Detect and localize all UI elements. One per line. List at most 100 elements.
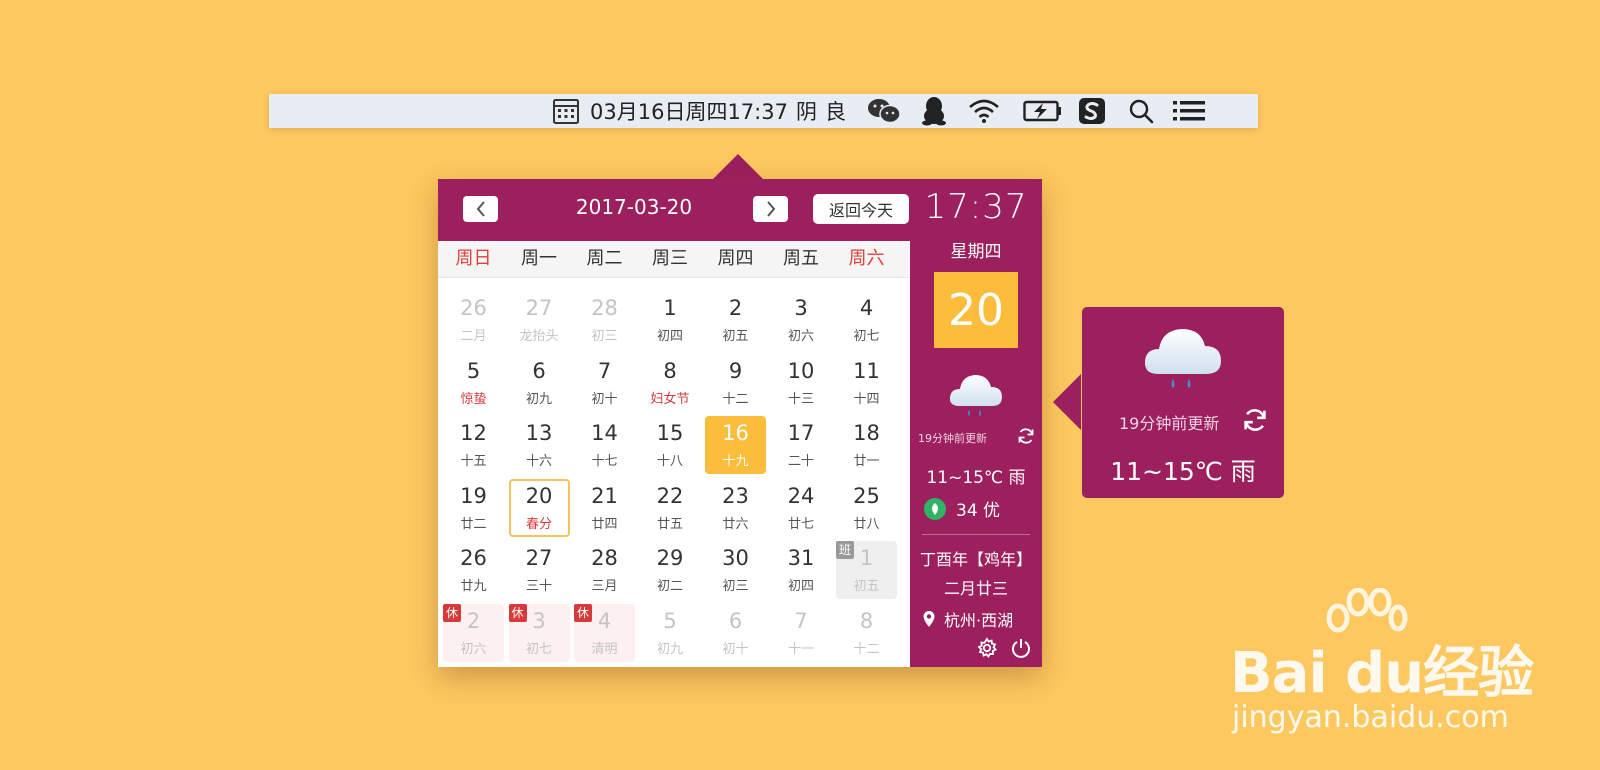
day-cell[interactable]: 24 廿七 — [771, 479, 832, 537]
lunar-year: 丁酉年【鸡年】 — [919, 550, 1032, 569]
battery-icon[interactable] — [1023, 94, 1063, 128]
day-cell[interactable]: 31 初四 — [771, 541, 832, 599]
back-to-today-button[interactable]: 返回今天 — [813, 194, 909, 224]
day-number: 3 — [794, 296, 808, 320]
wifi-icon[interactable] — [966, 94, 1002, 128]
sogou-icon[interactable] — [1077, 94, 1107, 128]
lunar-date: 二十 — [787, 454, 814, 469]
lunar-day: 二月廿三 — [943, 579, 1008, 598]
menubar-datetime[interactable]: 03月16日周四17:37 阴 良 — [590, 94, 846, 128]
current-time: 17:37 — [924, 187, 1028, 227]
day-cell[interactable]: 19 廿二 — [443, 479, 504, 537]
day-cell[interactable]: 4 清明休 — [574, 603, 635, 662]
day-cell[interactable]: 1 初五班 — [836, 541, 897, 599]
day-cell[interactable]: 21 廿四 — [574, 479, 635, 537]
refresh-icon[interactable] — [1017, 427, 1035, 449]
day-number: 9 — [728, 358, 743, 383]
next-month-button[interactable] — [753, 196, 788, 222]
day-cell[interactable]: 15 十八 — [640, 416, 701, 474]
lunar-date: 三十 — [525, 579, 552, 594]
day-number: 4 — [859, 296, 874, 320]
lunar-date: 初十 — [722, 641, 749, 657]
day-number: 10 — [787, 358, 815, 383]
day-number: 17 — [787, 421, 815, 445]
day-cell[interactable]: 3 初七休 — [508, 603, 570, 662]
day-cell[interactable]: 8 妇女节 — [640, 354, 701, 412]
lunar-date: 初五 — [722, 329, 749, 344]
leaf-icon — [924, 497, 946, 520]
wechat-icon[interactable] — [866, 94, 902, 128]
list-icon[interactable] — [1172, 94, 1206, 128]
day-cell[interactable]: 9 十二 — [705, 354, 766, 412]
day-cell[interactable]: 13 十六 — [509, 416, 570, 474]
day-cell[interactable]: 26 廿九 — [443, 541, 504, 599]
weather-tip-temperature: 11~15℃ 雨 — [1110, 457, 1256, 486]
lunar-date: 初十 — [591, 391, 618, 407]
day-cell[interactable]: 11 十四 — [836, 354, 897, 412]
day-cell[interactable]: 8 十二 — [836, 604, 897, 662]
lunar-date: 初四 — [787, 579, 814, 594]
qq-icon[interactable] — [919, 94, 949, 128]
rain-cloud-icon[interactable] — [947, 368, 1005, 426]
lunar-date: 十一 — [787, 641, 814, 657]
menubar-weather: 阴 — [795, 100, 817, 124]
day-cell[interactable]: 17 二十 — [771, 416, 832, 474]
lunar-date: 初二 — [656, 579, 683, 594]
day-number: 7 — [794, 608, 808, 633]
day-cell[interactable]: 18 廿一 — [836, 416, 897, 474]
weekday-label: 周日 — [455, 248, 492, 269]
day-cell[interactable]: 23 廿六 — [705, 479, 766, 537]
day-cell[interactable]: 5 惊蛰 — [443, 354, 504, 412]
day-number: 6 — [532, 358, 546, 383]
lunar-date: 清明 — [591, 641, 618, 657]
day-cell[interactable]: 16 十九 — [705, 416, 766, 474]
refresh-icon[interactable] — [1242, 407, 1268, 437]
day-cell[interactable]: 3 初六 — [771, 291, 832, 349]
day-cell[interactable]: 26 二月 — [443, 291, 504, 349]
day-cell[interactable]: 27 三十 — [509, 541, 570, 599]
day-cell[interactable]: 1 初四 — [640, 291, 701, 349]
lunar-date: 十二 — [853, 641, 880, 657]
day-cell[interactable]: 30 初三 — [705, 541, 766, 599]
day-cell[interactable]: 28 初三 — [574, 291, 635, 349]
day-cell[interactable]: 2 初六休 — [443, 603, 504, 662]
search-icon[interactable] — [1127, 94, 1155, 128]
day-number: 2 — [728, 296, 743, 320]
day-cell[interactable]: 7 十一 — [771, 604, 832, 662]
day-number: 15 — [656, 421, 684, 445]
day-cell[interactable]: 12 十五 — [443, 416, 504, 474]
calendar-header: 2017-03-20 返回今天 — [438, 179, 910, 241]
day-cell[interactable]: 7 初十 — [574, 354, 635, 412]
day-cell[interactable]: 27 龙抬头 — [509, 291, 570, 349]
weekday-label: 周二 — [586, 248, 623, 269]
day-number: 8 — [663, 358, 677, 383]
day-cell[interactable]: 29 初二 — [640, 541, 701, 599]
work-day-badge: 班 — [836, 541, 854, 559]
day-cell[interactable]: 20 春分 — [508, 478, 570, 537]
day-cell[interactable]: 6 初十 — [705, 604, 766, 662]
day-cell[interactable]: 5 初九 — [640, 604, 701, 662]
day-cell[interactable]: 25 廿八 — [836, 479, 897, 537]
weather-update-time: 19分钟前更新 — [918, 432, 987, 445]
location[interactable]: 杭州·西湖 — [922, 607, 1013, 631]
calendar-icon[interactable] — [551, 94, 581, 128]
day-cell[interactable]: 10 十三 — [771, 354, 832, 412]
day-number: 28 — [591, 546, 618, 570]
weekday-label: 周一 — [521, 248, 557, 269]
day-cell[interactable]: 4 初七 — [836, 291, 897, 349]
selected-day: 20 — [934, 272, 1018, 348]
day-cell[interactable]: 28 三月 — [574, 541, 635, 599]
power-icon[interactable] — [1010, 637, 1032, 663]
prev-month-button[interactable] — [463, 196, 498, 222]
menubar-air-quality: 良 — [824, 100, 846, 124]
lunar-date: 惊蛰 — [460, 391, 487, 407]
lunar-date: 十八 — [656, 454, 683, 469]
location-text: 杭州·西湖 — [944, 611, 1014, 630]
gear-icon[interactable] — [976, 637, 998, 663]
day-cell[interactable]: 6 初九 — [509, 354, 570, 412]
day-cell[interactable]: 2 初五 — [705, 291, 766, 349]
day-number: 1 — [663, 296, 677, 320]
lunar-date: 初九 — [656, 641, 683, 657]
day-cell[interactable]: 14 十七 — [574, 416, 635, 474]
day-cell[interactable]: 22 廿五 — [640, 479, 701, 537]
